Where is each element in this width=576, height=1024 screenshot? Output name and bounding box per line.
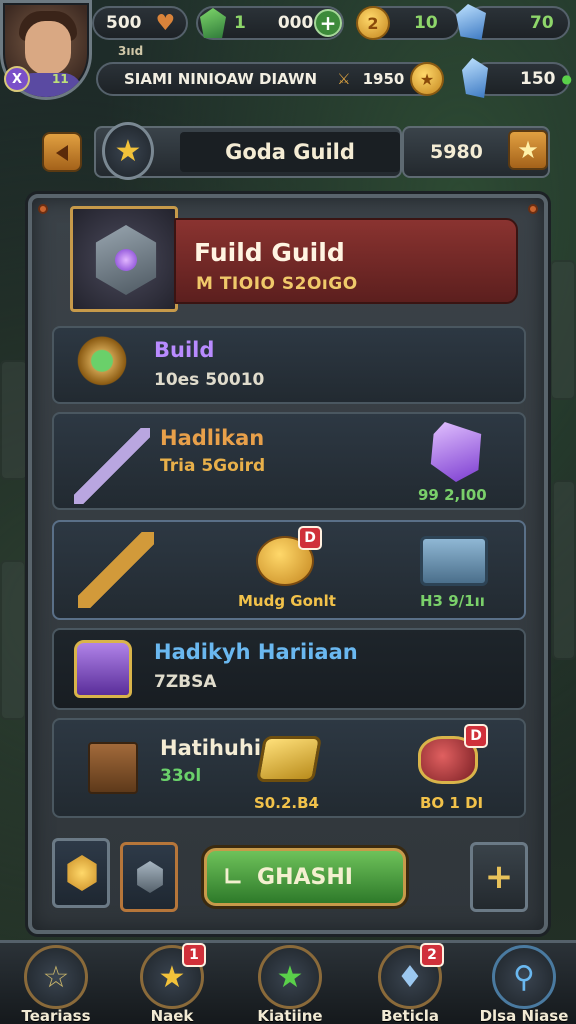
- nav-label-teariass: Teariass: [21, 1007, 91, 1024]
- player-name-value: 1950: [362, 70, 405, 88]
- nav-item-teariass[interactable]: ☆ Teariass: [8, 943, 104, 1024]
- coin-icon: 2: [356, 6, 390, 40]
- list-item-rewards[interactable]: D Mudg Gonlt H3 9/1ıı: [52, 520, 526, 620]
- hatihuhi-price-left: S0.2.B4: [254, 794, 319, 812]
- guild-header-title: Fuild Guild: [194, 238, 345, 267]
- hatihuhi-badge: D: [464, 724, 488, 748]
- amulet-icon: [70, 332, 134, 396]
- player-sub-label: 3ııd: [118, 44, 144, 58]
- purple-chest-icon: [74, 640, 132, 698]
- coin-value: 10: [414, 13, 438, 33]
- blue-gem-secondary-value: 150: [520, 69, 556, 89]
- green-dot-icon: ●: [561, 72, 572, 86]
- hatihuhi-subtitle: 33ol: [160, 766, 202, 786]
- spear-icon: [78, 532, 154, 608]
- hadikyh-title: Hadikyh Hariiaan: [154, 640, 358, 664]
- guild-score-value: 5980: [430, 141, 483, 163]
- reward-badge: D: [298, 526, 322, 550]
- list-item-hadlikan[interactable]: Hadlikan Tria 5Goird 99 2,I00: [52, 412, 526, 510]
- beticla-badge: 2: [420, 943, 444, 967]
- chevron-left-icon: ∟: [223, 863, 244, 891]
- guild-header-card: Fuild Guild M TIOIO S2OıGO: [70, 206, 518, 312]
- hatihuhi-title: Hatihuhi: [160, 736, 262, 760]
- magic-staff-icon: [74, 428, 150, 504]
- player-level-number: 11: [52, 72, 69, 86]
- list-item-build[interactable]: Build 10es 50010: [52, 326, 526, 404]
- nav-label-kiatiine: Kiatiine: [257, 1007, 323, 1024]
- nav-label-naek: Naek: [150, 1007, 194, 1024]
- hadlikan-title: Hadlikan: [160, 426, 265, 450]
- build-subtitle: 10es 50010: [154, 370, 265, 390]
- crossed-swords-icon: ⚔: [337, 70, 351, 88]
- player-name: SIAMI NINIOAW DIAWN: [124, 70, 318, 88]
- reward-caption: Mudg Gonlt: [238, 592, 336, 610]
- guild-header-subtitle: M TIOIO S2OıGO: [196, 274, 358, 294]
- top-bar: X 11 500 ♥ 1 000 + 10 2 70 3ııd SIAMI NI…: [0, 0, 576, 110]
- back-button[interactable]: [42, 132, 82, 172]
- list-item-hadikyh[interactable]: Hadikyh Hariiaan 7ZBSA: [52, 628, 526, 710]
- green-star-icon: ★: [258, 945, 322, 1009]
- claim-button[interactable]: ∟ GHASHI: [204, 848, 406, 906]
- guild-banner: Fuild Guild M TIOIO S2OıGO: [174, 218, 518, 304]
- guild-score-star-button[interactable]: ★: [508, 130, 548, 170]
- build-title: Build: [154, 338, 215, 362]
- guild-title: Goda Guild: [180, 132, 400, 172]
- gold-tile-icon: [255, 736, 323, 782]
- hadlikan-subtitle: Tria 5Goird: [160, 456, 266, 476]
- bottom-nav: ☆ Teariass ★ 1 Naek ★ Kiatiine ♦ 2 Betic…: [0, 940, 576, 1024]
- player-level-badge: X: [4, 66, 30, 92]
- heart-icon: ♥: [155, 10, 176, 36]
- action-slot-2[interactable]: [120, 842, 178, 912]
- gold-medal-icon: ★: [410, 62, 444, 96]
- blue-chest-icon: [420, 536, 488, 586]
- plus-icon: +: [484, 857, 514, 897]
- hadlikan-price: 99 2,I00: [418, 486, 487, 504]
- nav-label-beticla: Beticla: [380, 1007, 440, 1024]
- green-gem-secondary: 000: [277, 13, 314, 33]
- silver-box-icon: [137, 861, 163, 893]
- green-gem-value: 1: [234, 13, 246, 33]
- wooden-crate-icon: [88, 742, 138, 794]
- guild-title-row: ★ Goda Guild 5980 ★: [40, 122, 550, 180]
- purple-gem-icon: [430, 422, 482, 482]
- nav-item-dlsa-niase[interactable]: ⚲ Dlsa Niase: [476, 943, 572, 1024]
- list-item-hatihuhi[interactable]: Hatihuhi 33ol S0.2.B4 D BO 1 DI: [52, 718, 526, 818]
- hatihuhi-price-right: BO 1 DI: [420, 794, 484, 812]
- reward-price: H3 9/1ıı: [420, 592, 485, 610]
- claim-button-label: GHASHI: [257, 864, 353, 890]
- add-green-gem-button[interactable]: +: [314, 9, 342, 37]
- hearts-counter[interactable]: 500 ♥: [92, 6, 188, 40]
- guild-panel: Fuild Guild M TIOIO S2OıGO Build 10es 50…: [28, 194, 548, 934]
- action-slot-1[interactable]: [52, 838, 110, 908]
- guild-emblem-icon[interactable]: [70, 206, 178, 312]
- naek-badge: 1: [182, 943, 206, 967]
- nav-item-beticla[interactable]: ♦ 2 Beticla: [362, 943, 458, 1024]
- magnifier-icon: ⚲: [492, 945, 556, 1009]
- nav-label-dlsa-niase: Dlsa Niase: [479, 1007, 569, 1024]
- player-name-bar: SIAMI NINIOAW DIAWN ⚔ 1950: [96, 62, 442, 96]
- add-slot-button[interactable]: +: [470, 842, 528, 912]
- guild-star-icon: ★: [102, 122, 154, 180]
- star-outline-icon: ☆: [24, 945, 88, 1009]
- nav-item-kiatiine[interactable]: ★ Kiatiine: [242, 943, 338, 1024]
- nav-item-naek[interactable]: ★ 1 Naek: [124, 943, 220, 1024]
- gold-emblem-icon: [67, 855, 97, 891]
- blue-gem-value: 70: [530, 13, 554, 33]
- hearts-value: 500: [106, 13, 142, 33]
- hadikyh-subtitle: 7ZBSA: [154, 672, 217, 692]
